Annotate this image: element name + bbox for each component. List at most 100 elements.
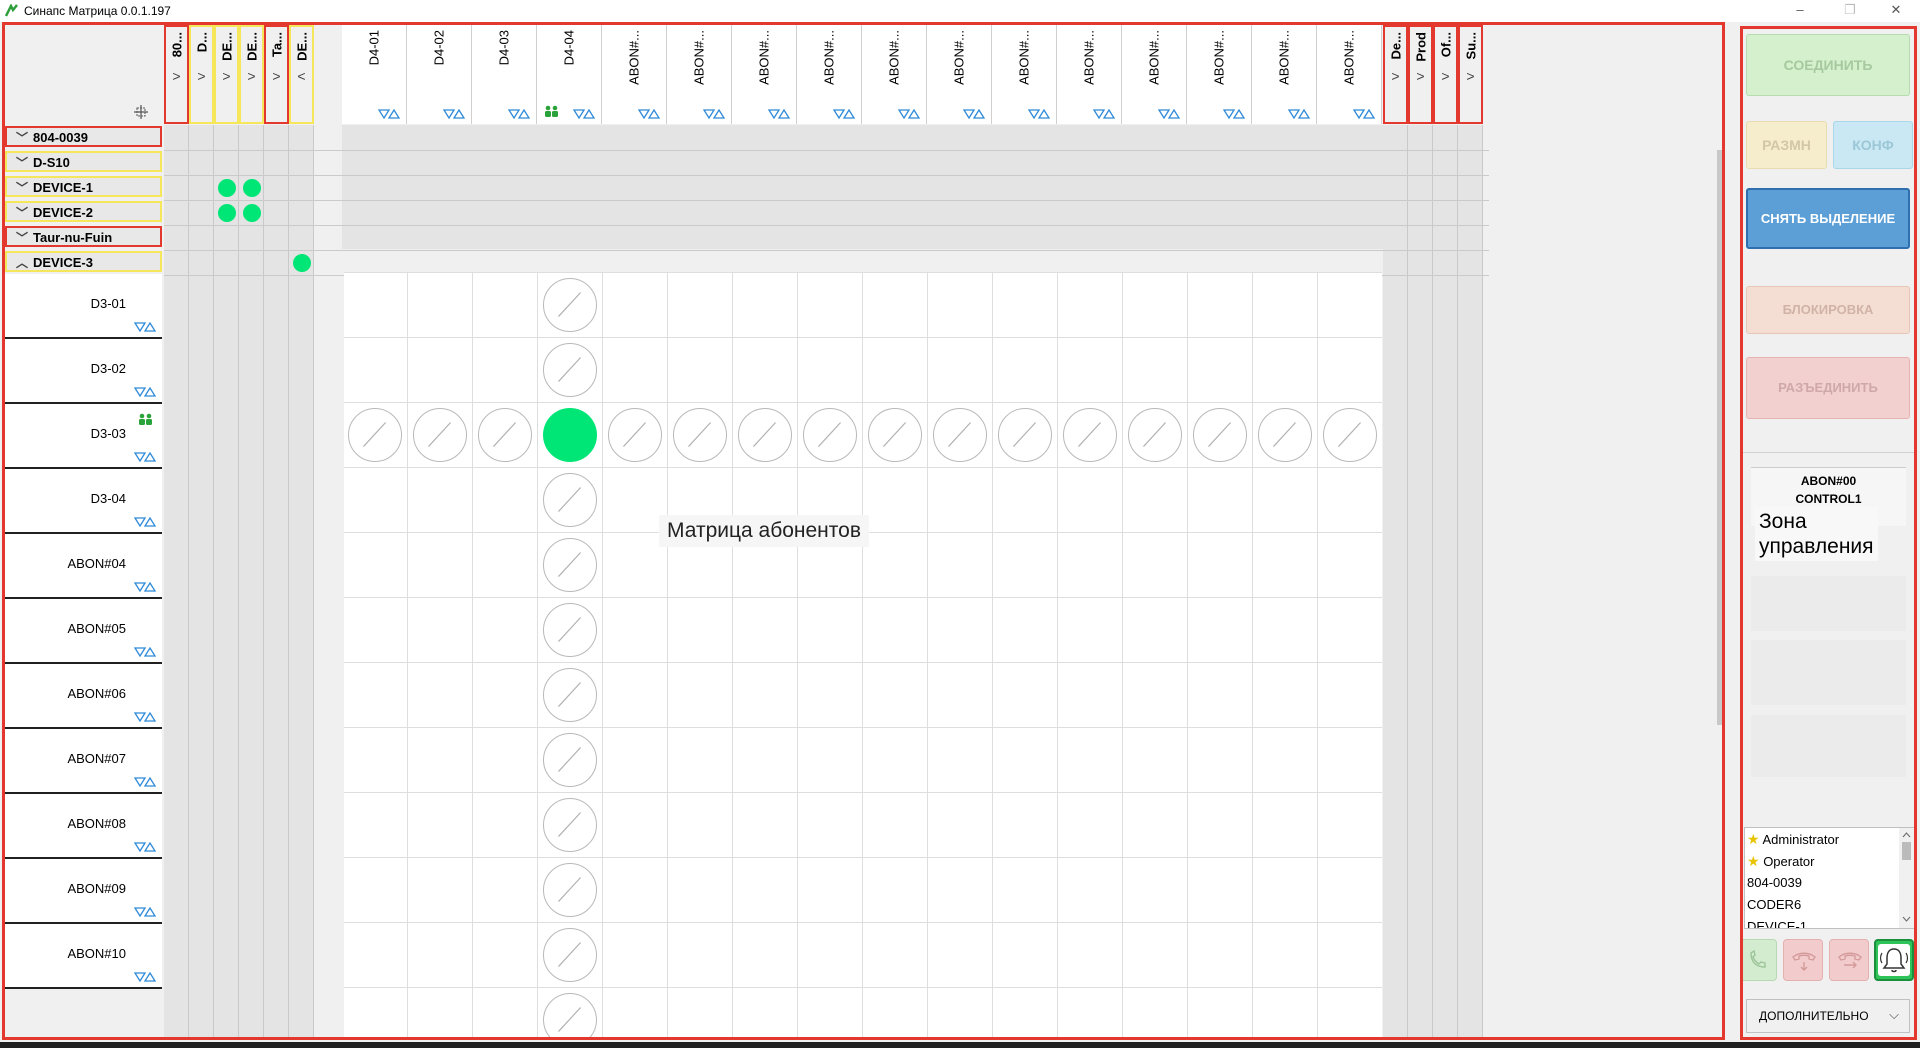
group-row-header[interactable]: ﹀ Taur-nu-Fuin: [5, 226, 162, 247]
control-toggle-icon[interactable]: [637, 106, 661, 120]
subscriber-column-header[interactable]: ABON#...: [732, 25, 797, 124]
control-toggle-icon[interactable]: [133, 904, 157, 918]
connection-dot[interactable]: [243, 204, 261, 222]
available-connection-point[interactable]: [608, 408, 662, 462]
user-list-item[interactable]: CODER6: [1745, 894, 1914, 916]
connection-dot[interactable]: [293, 254, 311, 272]
group-row-header[interactable]: ﹀ DEVICE-2: [5, 201, 162, 222]
clear-selection-button[interactable]: СНЯТЬ ВЫДЕЛЕНИЕ: [1746, 188, 1910, 249]
subscriber-row-header[interactable]: ABON#05: [5, 599, 162, 664]
subscriber-column-header[interactable]: ABON#...: [1122, 25, 1187, 124]
subscriber-row-header[interactable]: D3-02: [5, 339, 162, 404]
connect-button[interactable]: СОЕДИНИТЬ: [1746, 34, 1910, 96]
chevron-left-icon[interactable]: <: [297, 68, 305, 84]
active-connection-point[interactable]: [543, 408, 597, 462]
chevron-down-icon[interactable]: ﹀: [16, 229, 28, 246]
device-column-header[interactable]: Prod >: [1408, 25, 1433, 124]
control-toggle-icon[interactable]: [133, 839, 157, 853]
available-connection-point[interactable]: [738, 408, 792, 462]
control-toggle-icon[interactable]: [133, 969, 157, 983]
available-connection-point[interactable]: [1063, 408, 1117, 462]
subscriber-column-header[interactable]: D4-02: [407, 25, 472, 124]
user-list-item[interactable]: ★ Administrator: [1745, 828, 1914, 850]
user-list-item[interactable]: DEVICE-1: [1745, 916, 1914, 928]
device-stripe[interactable]: [164, 125, 189, 1037]
device-stripe[interactable]: [214, 125, 239, 1037]
control-slot-1[interactable]: [1751, 576, 1906, 631]
control-toggle-icon[interactable]: [133, 449, 157, 463]
connection-dot[interactable]: [218, 204, 236, 222]
control-toggle-icon[interactable]: [1287, 106, 1311, 120]
disconnect-button[interactable]: РАЗЪЕДИНИТЬ: [1746, 357, 1910, 419]
transfer-button[interactable]: [1829, 939, 1869, 981]
available-connection-point[interactable]: [543, 538, 597, 592]
device-stripe[interactable]: [1408, 125, 1433, 1037]
available-connection-point[interactable]: [543, 668, 597, 722]
chevron-right-icon[interactable]: >: [1391, 68, 1399, 84]
control-toggle-icon[interactable]: [442, 106, 466, 120]
available-connection-point[interactable]: [1128, 408, 1182, 462]
subscriber-column-header[interactable]: ABON#...: [797, 25, 862, 124]
select-all-icon[interactable]: [133, 104, 149, 120]
control-toggle-icon[interactable]: [897, 106, 921, 120]
more-dropdown[interactable]: ДОПОЛНИТЕЛЬНО ⌵: [1746, 999, 1910, 1033]
control-toggle-icon[interactable]: [133, 709, 157, 723]
connection-dot[interactable]: [243, 179, 261, 197]
subscriber-row-header[interactable]: ABON#06: [5, 664, 162, 729]
subscriber-column-header[interactable]: ABON#...: [1057, 25, 1122, 124]
chevron-right-icon[interactable]: >: [1441, 68, 1449, 84]
subscriber-column-header[interactable]: ABON#...: [602, 25, 667, 124]
alarm-button[interactable]: [1874, 939, 1914, 981]
control-toggle-icon[interactable]: [1092, 106, 1116, 120]
group-row-header[interactable]: ﹀ DEVICE-1: [5, 176, 162, 197]
chevron-right-icon[interactable]: >: [1466, 68, 1474, 84]
available-connection-point[interactable]: [543, 798, 597, 852]
chevron-up-icon[interactable]: ︿: [16, 254, 28, 271]
vertical-scrollbar[interactable]: [1716, 125, 1725, 725]
user-list-item[interactable]: 804-0039: [1745, 872, 1914, 894]
user-list-item[interactable]: ★ Operator: [1745, 850, 1914, 872]
control-toggle-icon[interactable]: [1027, 106, 1051, 120]
control-toggle-icon[interactable]: [377, 106, 401, 120]
control-toggle-icon[interactable]: [1222, 106, 1246, 120]
available-connection-point[interactable]: [543, 603, 597, 657]
control-toggle-icon[interactable]: [133, 579, 157, 593]
chevron-right-icon[interactable]: >: [197, 68, 205, 84]
group-row-header[interactable]: ︿ DEVICE-3: [5, 251, 162, 272]
available-connection-point[interactable]: [543, 733, 597, 787]
subscriber-column-header[interactable]: ABON#...: [1187, 25, 1252, 124]
subscriber-column-header[interactable]: ABON#...: [1252, 25, 1317, 124]
available-connection-point[interactable]: [998, 408, 1052, 462]
device-stripe[interactable]: [1383, 125, 1408, 1037]
subscriber-column-header[interactable]: ABON#...: [1317, 25, 1382, 124]
available-connection-point[interactable]: [933, 408, 987, 462]
chevron-right-icon[interactable]: >: [222, 68, 230, 84]
control-toggle-icon[interactable]: [702, 106, 726, 120]
control-slot-2[interactable]: [1751, 640, 1906, 705]
chevron-down-icon[interactable]: ﹀: [16, 129, 28, 146]
control-toggle-icon[interactable]: [1157, 106, 1181, 120]
device-column-header[interactable]: De... >: [1383, 25, 1408, 124]
device-column-header[interactable]: Ta... >: [264, 25, 289, 124]
control-toggle-icon[interactable]: [133, 319, 157, 333]
chevron-down-icon[interactable]: ﹀: [16, 204, 28, 221]
subscriber-row-header[interactable]: ABON#10: [5, 924, 162, 989]
control-toggle-icon[interactable]: [133, 514, 157, 528]
user-list-scrollbar[interactable]: [1899, 828, 1914, 928]
control-toggle-icon[interactable]: [133, 384, 157, 398]
chevron-right-icon[interactable]: >: [172, 68, 180, 84]
razmn-button[interactable]: РАЗМН: [1746, 121, 1827, 169]
subscriber-column-header[interactable]: ABON#...: [992, 25, 1057, 124]
available-connection-point[interactable]: [803, 408, 857, 462]
control-toggle-icon[interactable]: [507, 106, 531, 120]
available-connection-point[interactable]: [348, 408, 402, 462]
available-connection-point[interactable]: [543, 993, 597, 1037]
available-connection-point[interactable]: [673, 408, 727, 462]
available-connection-point[interactable]: [543, 863, 597, 917]
subscriber-row-header[interactable]: D3-04: [5, 469, 162, 534]
block-button[interactable]: БЛОКИРОВКА: [1746, 286, 1910, 334]
control-toggle-icon[interactable]: [962, 106, 986, 120]
control-toggle-icon[interactable]: [133, 644, 157, 658]
chevron-down-icon[interactable]: ﹀: [16, 179, 28, 196]
chevron-right-icon[interactable]: >: [272, 68, 280, 84]
